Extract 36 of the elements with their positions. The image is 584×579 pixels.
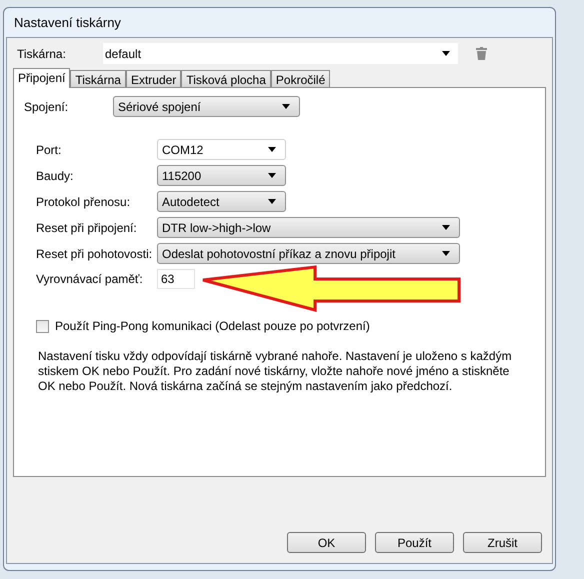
field-label: Reset při připojení: (36, 220, 138, 236)
caret-icon (268, 147, 276, 152)
tab[interactable]: Extruder (126, 70, 182, 87)
window-title: Nastavení tiskárny (13, 14, 122, 32)
checkbox-label: Použít Ping-Pong komunikaci (Odelast pouze po potvrzení) (55, 318, 370, 335)
field-label: Vyrovnávací paměť: (36, 271, 144, 288)
info-text: Nastavení tisku vždy odpovídají tiskárně vybrané nahoře. Nastavení je uloženo s každým stiskem OK nebo Použít. Pro zadání nové tiskárny, vložte nahoře nové jméno a stiskněte OK nebo Použít. Nová tiskárna začíná se stejným nastavením jako předchozí. (38, 349, 513, 394)
printer-dropdown[interactable]: default (103, 43, 458, 64)
dropdown[interactable]: DTR low->high->low (157, 217, 460, 238)
dropdown[interactable]: Sériové spojení (113, 96, 300, 117)
dropdown[interactable]: Autodetect (157, 191, 286, 212)
dialog-button[interactable]: Použít (375, 532, 454, 553)
dialog-button[interactable]: Zrušit (463, 532, 542, 553)
dropdown[interactable]: 115200 (157, 165, 286, 186)
dialog-button[interactable]: OK (287, 532, 366, 553)
caret-icon (268, 199, 276, 204)
tab[interactable]: Pokročilé (270, 70, 330, 87)
field-label: Reset při pohotovosti: (36, 246, 154, 262)
caret-icon (442, 225, 450, 230)
tab[interactable]: Tiskárna (70, 70, 126, 87)
trash-icon[interactable] (476, 47, 487, 60)
field-label: Port: (36, 142, 62, 158)
field-label: Baudy: (36, 168, 74, 184)
field-label: Spojení: (24, 98, 70, 116)
field-label: Protokol přenosu: (36, 194, 132, 210)
input-field[interactable]: 63 (157, 269, 195, 289)
checkbox[interactable] (36, 320, 49, 332)
printer-label: Tiskárna: (16, 46, 67, 62)
caret-icon (282, 104, 290, 109)
caret-icon (268, 173, 276, 178)
caret-icon (442, 251, 450, 256)
tab[interactable]: Připojení (13, 68, 70, 88)
dropdown[interactable]: COM12 (157, 139, 286, 160)
dropdown[interactable]: Odeslat pohotovostní příkaz a znovu připojit (157, 243, 460, 264)
caret-icon (442, 51, 450, 56)
tab[interactable]: Tisková plocha (181, 70, 271, 87)
